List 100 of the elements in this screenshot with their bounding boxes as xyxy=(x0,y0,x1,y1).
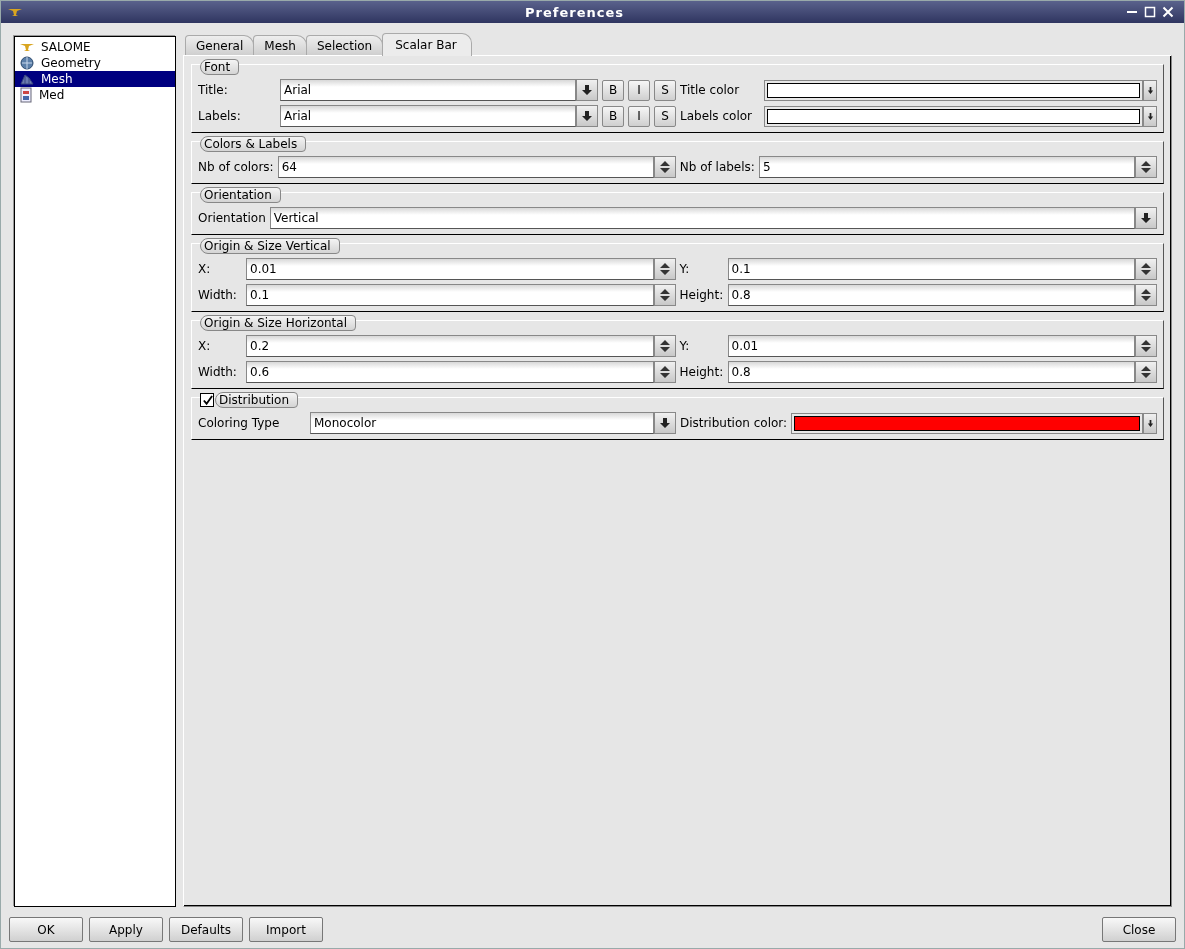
dropdown-button[interactable] xyxy=(1143,79,1157,101)
dialog-button[interactable]: Close xyxy=(1102,917,1176,942)
field-label: Title color xyxy=(680,83,741,97)
spin-box[interactable]: 0.6 xyxy=(246,361,654,383)
category-item[interactable]: Geometry xyxy=(15,55,175,71)
group-title: Origin & Size Horizontal xyxy=(200,315,356,331)
dialog-button[interactable]: Import xyxy=(249,917,323,942)
up-down-arrows-icon xyxy=(658,262,671,276)
down-arrow-icon xyxy=(581,84,593,96)
field-label: Nb of labels: xyxy=(679,160,755,174)
spin-box[interactable]: 0.2 xyxy=(246,335,654,357)
color-swatch[interactable] xyxy=(767,82,1140,98)
dialog-button[interactable]: OK xyxy=(9,917,83,942)
spin-box[interactable]: 0.01 xyxy=(727,335,1135,357)
field-label: X: xyxy=(198,262,212,276)
spin-box[interactable]: 0.8 xyxy=(727,284,1135,306)
dropdown-button[interactable] xyxy=(653,412,676,434)
field-label: Labels: xyxy=(198,109,242,123)
spin-box[interactable]: 0.01 xyxy=(246,258,654,280)
field-label: Width: xyxy=(198,288,238,302)
up-down-arrows-icon xyxy=(658,288,671,302)
document-icon xyxy=(19,87,33,103)
field-label: Width: xyxy=(198,365,238,379)
dropdown-field[interactable]: Vertical xyxy=(269,207,1135,229)
dropdown-field[interactable]: Monocolor xyxy=(310,412,654,434)
field-label: X: xyxy=(198,339,212,353)
dropdown-button[interactable] xyxy=(576,105,598,127)
field-label: Labels color xyxy=(680,109,753,123)
spin-buttons[interactable] xyxy=(653,156,676,178)
spin-buttons[interactable] xyxy=(1135,258,1157,280)
spin-box[interactable]: 64 xyxy=(277,156,654,178)
down-arrow-icon xyxy=(1146,111,1154,121)
category-item[interactable]: Med xyxy=(15,87,175,103)
spin-buttons[interactable] xyxy=(1135,335,1157,357)
up-down-arrows-icon xyxy=(1140,288,1152,302)
tab[interactable]: Mesh xyxy=(253,35,307,55)
up-down-arrows-icon xyxy=(1140,160,1152,174)
field-label: Coloring Type xyxy=(198,416,281,430)
dialog-button[interactable]: Apply xyxy=(89,917,163,942)
up-down-arrows-icon xyxy=(1140,365,1152,379)
spin-box[interactable]: 5 xyxy=(758,156,1135,178)
up-down-arrows-icon xyxy=(658,365,671,379)
field-label: Height: xyxy=(679,365,724,379)
dropdown-button[interactable] xyxy=(1143,105,1157,127)
dialog-button[interactable]: Defaults xyxy=(169,917,243,942)
font-style-button[interactable]: B xyxy=(602,105,624,127)
mesh-icon xyxy=(19,72,35,86)
font-style-button[interactable]: S xyxy=(654,105,676,127)
group-title: Origin & Size Vertical xyxy=(200,238,340,254)
field-label: Y: xyxy=(679,339,691,353)
down-arrow-icon xyxy=(658,417,671,429)
close-icon[interactable] xyxy=(1162,6,1174,18)
dropdown-button[interactable] xyxy=(1143,412,1157,434)
category-item[interactable]: Mesh xyxy=(15,71,175,87)
up-down-arrows-icon xyxy=(1140,339,1152,353)
down-arrow-icon xyxy=(1146,85,1154,95)
lamp-icon xyxy=(7,7,23,17)
up-down-arrows-icon xyxy=(1140,262,1152,276)
spin-box[interactable]: 0.8 xyxy=(727,361,1135,383)
down-arrow-icon xyxy=(1140,212,1152,224)
tab[interactable]: Scalar Bar xyxy=(382,33,472,56)
color-swatch[interactable] xyxy=(767,108,1140,124)
maximize-icon[interactable] xyxy=(1144,6,1156,18)
spin-buttons[interactable] xyxy=(1135,361,1157,383)
dropdown-button[interactable] xyxy=(576,79,598,101)
field-label: Nb of colors: xyxy=(198,160,274,174)
spin-buttons[interactable] xyxy=(1135,284,1157,306)
tab[interactable]: Selection xyxy=(305,35,384,55)
globe-icon xyxy=(19,56,35,70)
field-label: Y: xyxy=(679,262,691,276)
color-swatch[interactable] xyxy=(794,415,1140,431)
spin-buttons[interactable] xyxy=(653,361,676,383)
dropdown-button[interactable] xyxy=(1135,207,1157,229)
spin-buttons[interactable] xyxy=(653,258,676,280)
group-title: Orientation xyxy=(200,187,281,203)
field-label: Distribution color: xyxy=(679,416,788,430)
down-arrow-icon xyxy=(1146,418,1154,428)
window-title: Preferences xyxy=(524,4,625,20)
down-arrow-icon xyxy=(581,110,593,122)
lamp-icon xyxy=(19,41,35,53)
tab[interactable]: General xyxy=(185,35,255,55)
spin-buttons[interactable] xyxy=(1135,156,1157,178)
up-down-arrows-icon xyxy=(658,160,671,174)
font-style-button[interactable]: S xyxy=(654,79,676,101)
font-style-button[interactable]: I xyxy=(628,105,650,127)
group-title: Font xyxy=(200,59,240,75)
spin-box[interactable]: 0.1 xyxy=(727,258,1135,280)
spin-buttons[interactable] xyxy=(653,284,676,306)
up-down-arrows-icon xyxy=(658,339,671,353)
spin-box[interactable]: 0.1 xyxy=(246,284,654,306)
font-style-button[interactable]: I xyxy=(628,79,650,101)
checkbox[interactable] xyxy=(200,393,214,407)
spin-buttons[interactable] xyxy=(653,335,676,357)
font-style-button[interactable]: B xyxy=(602,79,624,101)
dropdown-field[interactable]: Arial xyxy=(280,105,576,127)
field-label: Height: xyxy=(679,288,724,302)
field-label: Orientation xyxy=(198,211,266,225)
dropdown-field[interactable]: Arial xyxy=(280,79,576,101)
field-label: Title: xyxy=(198,83,229,97)
category-item[interactable]: SALOME xyxy=(15,39,175,55)
